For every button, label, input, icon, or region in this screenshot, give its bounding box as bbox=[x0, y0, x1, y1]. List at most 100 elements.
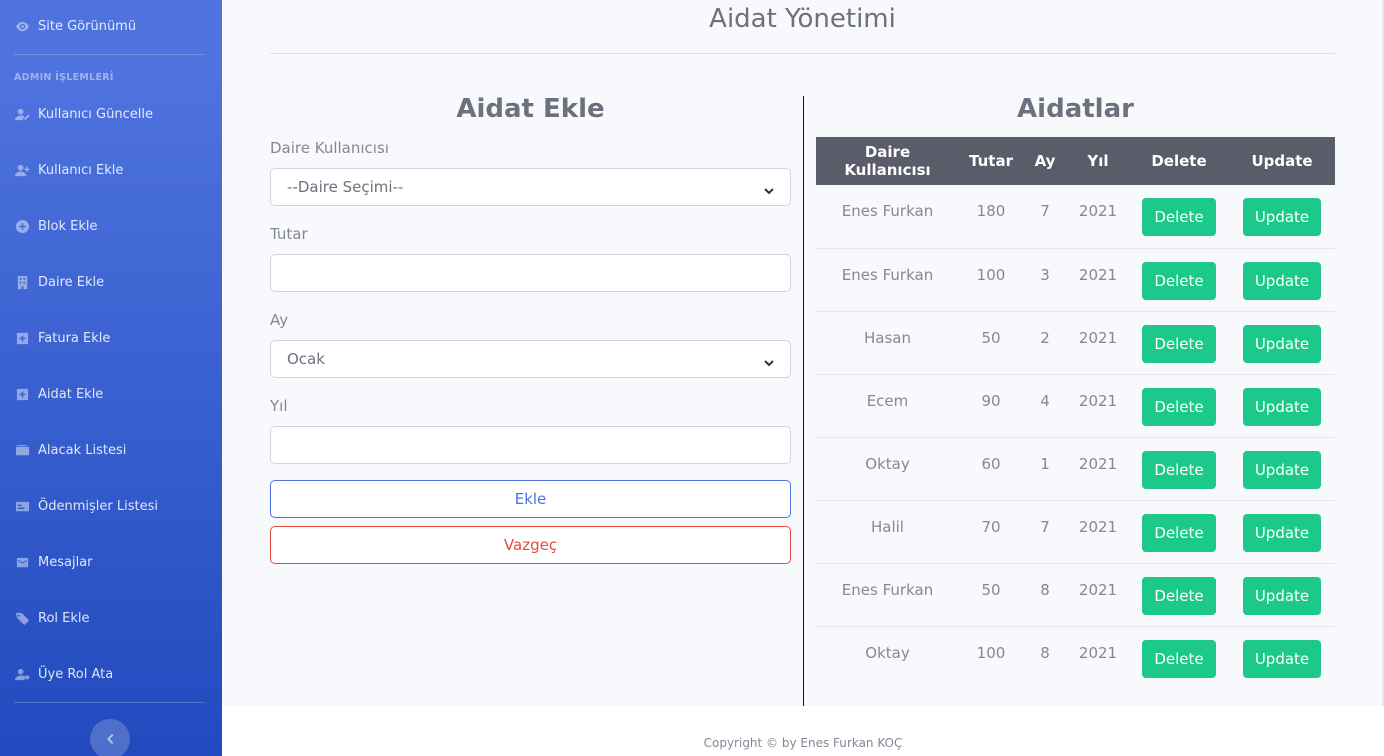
sidebar-item-label: Rol Ekle bbox=[38, 610, 90, 626]
aidat-table: Daire Kullanıcısı Tutar Ay Yıl Delete Up… bbox=[816, 137, 1335, 689]
cell-yil: 2021 bbox=[1067, 499, 1129, 563]
daire-label: Daire Kullanıcısı bbox=[270, 139, 389, 157]
sidebar-item-kullanici-guncelle[interactable]: Kullanıcı Güncelle bbox=[0, 100, 222, 128]
plus-square-icon bbox=[14, 386, 30, 402]
cell-ay: 8 bbox=[1023, 562, 1067, 626]
sidebar-item-label: Ödenmişler Listesi bbox=[38, 498, 158, 514]
sidebar-item-blok-ekle[interactable]: Blok Ekle bbox=[0, 212, 222, 240]
update-button[interactable]: Update bbox=[1243, 387, 1321, 426]
chevron-down-icon bbox=[764, 354, 774, 367]
sidebar-item-mesajlar[interactable]: Mesajlar bbox=[0, 548, 222, 576]
cell-user: Hasan bbox=[816, 310, 959, 374]
sidebar-divider bbox=[14, 54, 205, 55]
cell-delete: Delete bbox=[1129, 625, 1229, 689]
cell-ay: 7 bbox=[1040, 202, 1050, 220]
sidebar-item-aidat-ekle[interactable]: Aidat Ekle bbox=[0, 380, 222, 408]
update-button[interactable]: Update bbox=[1243, 261, 1321, 300]
cell-ay: 4 bbox=[1023, 373, 1067, 437]
cell-delete: Delete bbox=[1129, 247, 1229, 311]
cell-update: Update bbox=[1229, 499, 1335, 563]
table-row: Oktay 100 8 2021 Delete Update bbox=[816, 625, 1335, 689]
sidebar-item-site-gorunumu[interactable]: Site Görünümü bbox=[0, 12, 222, 40]
sidebar-item-label: Blok Ekle bbox=[38, 218, 98, 234]
building-icon bbox=[14, 274, 30, 290]
sidebar-item-alacak-listesi[interactable]: Alacak Listesi bbox=[0, 436, 222, 464]
cell-delete: Delete bbox=[1129, 562, 1229, 626]
cell-yil: 2021 bbox=[1067, 625, 1129, 689]
footer: Copyright © by Enes Furkan KOÇ bbox=[222, 706, 1384, 756]
cell-tutar: 100 bbox=[959, 247, 1023, 311]
cell-yil: 2021 bbox=[1067, 436, 1129, 500]
daire-select[interactable]: --Daire Seçimi-- bbox=[270, 168, 791, 206]
title-divider bbox=[270, 53, 1335, 54]
cell-delete: Delete bbox=[1129, 185, 1229, 248]
col-header-delete: Delete bbox=[1129, 137, 1229, 185]
sidebar-item-label: Daire Ekle bbox=[38, 274, 105, 290]
sidebar-item-odenmisler-listesi[interactable]: Ödenmişler Listesi bbox=[0, 492, 222, 520]
sidebar-item-label: Alacak Listesi bbox=[38, 442, 127, 458]
tutar-label: Tutar bbox=[270, 225, 308, 243]
user-edit-icon bbox=[14, 106, 30, 122]
cell-tutar: 180 bbox=[976, 202, 1006, 220]
sidebar-item-uye-rol-ata[interactable]: Üye Rol Ata bbox=[0, 660, 222, 688]
plus-square-icon bbox=[14, 330, 30, 346]
wallet-icon bbox=[14, 442, 30, 458]
cell-delete: Delete bbox=[1129, 373, 1229, 437]
delete-button[interactable]: Delete bbox=[1142, 513, 1216, 552]
user-plus-icon bbox=[14, 162, 30, 178]
eye-icon bbox=[14, 18, 30, 34]
page-title: Aidat Yönetimi bbox=[709, 4, 896, 34]
update-button[interactable]: Update bbox=[1243, 576, 1321, 615]
update-button[interactable]: Update bbox=[1243, 324, 1321, 363]
cell-user: Ecem bbox=[816, 373, 959, 437]
sidebar-item-daire-ekle[interactable]: Daire Ekle bbox=[0, 268, 222, 296]
sidebar-item-label: Site Görünümü bbox=[38, 18, 137, 34]
cell-tutar: 60 bbox=[959, 436, 1023, 500]
col-header-daire: Daire Kullanıcısı bbox=[816, 137, 959, 185]
vazgec-button[interactable]: Vazgeç bbox=[270, 526, 791, 564]
col-header-yil: Yıl bbox=[1067, 137, 1129, 185]
table-row: Enes Furkan 50 8 2021 Delete Update bbox=[816, 562, 1335, 626]
cell-tutar: 50 bbox=[959, 562, 1023, 626]
cell-update: Update bbox=[1229, 185, 1335, 248]
delete-button[interactable]: Delete bbox=[1142, 450, 1216, 489]
form-title: Aidat Ekle bbox=[456, 94, 605, 124]
sidebar-item-fatura-ekle[interactable]: Fatura Ekle bbox=[0, 324, 222, 352]
update-button[interactable]: Update bbox=[1243, 198, 1321, 236]
ay-select[interactable]: Ocak bbox=[270, 340, 791, 378]
cell-ay: 2 bbox=[1023, 310, 1067, 374]
table-title: Aidatlar bbox=[1017, 94, 1134, 124]
sidebar: Site Görünümü ADMIN İŞLEMLERİ Kullanıcı … bbox=[0, 0, 222, 756]
sidebar-item-rol-ekle[interactable]: Rol Ekle bbox=[0, 604, 222, 632]
ekle-button[interactable]: Ekle bbox=[270, 480, 791, 518]
tutar-input[interactable] bbox=[270, 254, 791, 292]
sidebar-toggle-button[interactable] bbox=[90, 719, 130, 756]
cell-tutar: 90 bbox=[959, 373, 1023, 437]
cell-user: Oktay bbox=[816, 625, 959, 689]
envelope-icon bbox=[14, 554, 30, 570]
table-row: Hasan 50 2 2021 Delete Update bbox=[816, 310, 1335, 374]
cell-delete: Delete bbox=[1129, 310, 1229, 374]
chevron-left-icon bbox=[104, 730, 116, 749]
yil-input[interactable] bbox=[270, 426, 791, 464]
cell-ay: 8 bbox=[1023, 625, 1067, 689]
update-button[interactable]: Update bbox=[1243, 513, 1321, 552]
delete-button[interactable]: Delete bbox=[1142, 198, 1216, 236]
delete-button[interactable]: Delete bbox=[1142, 576, 1216, 615]
delete-button[interactable]: Delete bbox=[1142, 261, 1216, 300]
vertical-divider bbox=[803, 96, 804, 706]
update-button[interactable]: Update bbox=[1243, 450, 1321, 489]
update-button[interactable]: Update bbox=[1243, 639, 1321, 678]
delete-button[interactable]: Delete bbox=[1142, 639, 1216, 678]
delete-button[interactable]: Delete bbox=[1142, 324, 1216, 363]
cell-yil: 2021 bbox=[1078, 202, 1118, 220]
delete-button[interactable]: Delete bbox=[1142, 387, 1216, 426]
plus-circle-icon bbox=[14, 218, 30, 234]
table-row: Oktay 60 1 2021 Delete Update bbox=[816, 436, 1335, 500]
col-header-ay: Ay bbox=[1023, 137, 1067, 185]
table-header-row: Daire Kullanıcısı Tutar Ay Yıl Delete Up… bbox=[816, 137, 1335, 185]
cell-tutar: 70 bbox=[959, 499, 1023, 563]
copyright-text: Copyright © by Enes Furkan KOÇ bbox=[703, 736, 903, 750]
cell-user: Enes Furkan bbox=[816, 562, 959, 626]
sidebar-item-kullanici-ekle[interactable]: Kullanıcı Ekle bbox=[0, 156, 222, 184]
